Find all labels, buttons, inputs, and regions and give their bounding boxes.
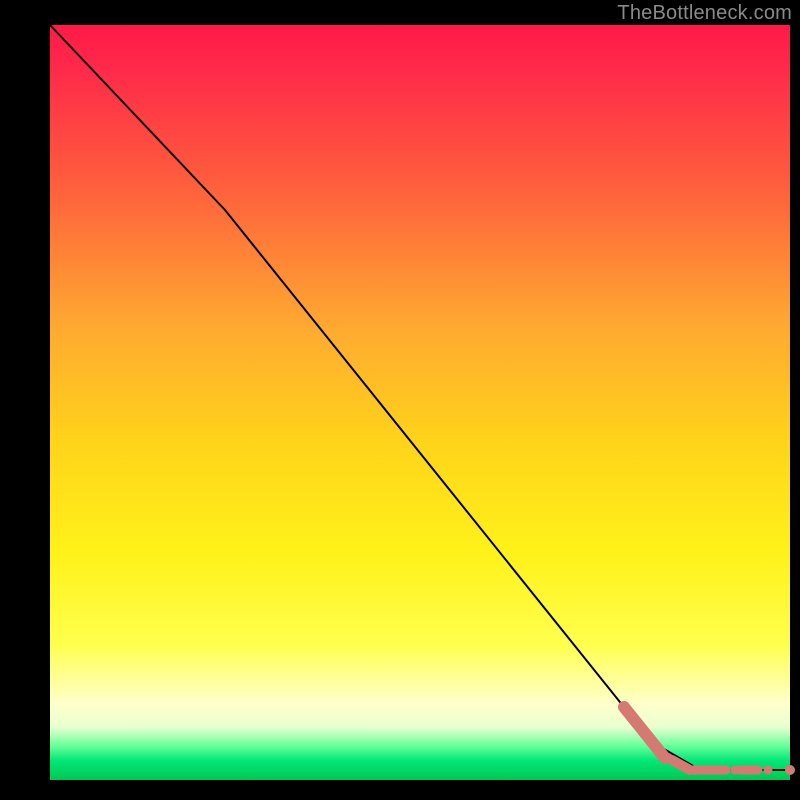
marker-dot (764, 766, 773, 775)
marker-dot (663, 753, 673, 763)
chart-stage: TheBottleneck.com (0, 0, 800, 800)
attribution-label: TheBottleneck.com (617, 2, 792, 25)
marker-dot (690, 765, 700, 775)
marker-dot (785, 765, 795, 775)
plot-background (50, 25, 790, 780)
marker-dot (731, 766, 740, 775)
bottleneck-chart (0, 0, 800, 800)
